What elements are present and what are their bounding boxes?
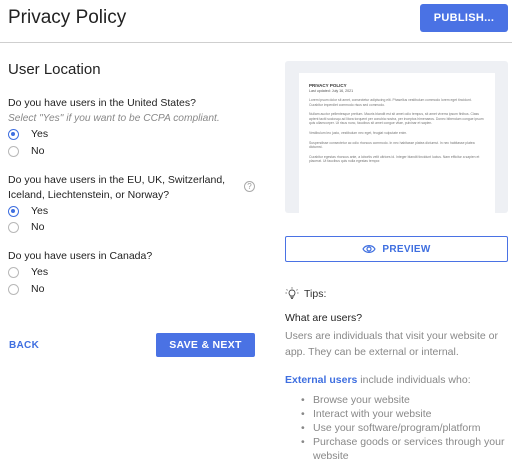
radio-eu-yes-label: Yes <box>31 205 49 217</box>
list-item: Browse your website <box>301 393 511 407</box>
save-next-button[interactable]: SAVE & NEXT <box>156 333 255 357</box>
tips-heading: Tips: <box>304 288 327 300</box>
preview-button-label: PREVIEW <box>382 243 431 255</box>
radio-eu-no[interactable]: No <box>8 221 44 233</box>
radio-us-yes-label: Yes <box>31 128 49 140</box>
doc-paragraph: Suspendisse consectetur ac odio rhoncus … <box>309 140 475 150</box>
list-item: Interact with your website <box>301 407 511 421</box>
doc-paragraph: Curabitur egestas rhoncus ante, a lobort… <box>309 154 480 164</box>
question-us: Do you have users in the United States? <box>8 97 196 109</box>
external-users-list: Browse your website Interact with your w… <box>301 393 511 463</box>
section-title: User Location <box>8 61 101 78</box>
radio-selected-icon[interactable] <box>8 205 19 217</box>
external-users-rest: include individuals who: <box>357 374 471 386</box>
lightbulb-icon <box>285 287 299 301</box>
page-title: Privacy Policy <box>8 7 127 28</box>
doc-title: PRIVACY POLICY <box>309 83 347 88</box>
radio-us-yes[interactable]: Yes <box>8 128 48 140</box>
radio-canada-no-label: No <box>31 283 45 295</box>
tips-answer: Users are individuals that visit your we… <box>285 330 499 358</box>
question-canada: Do you have users in Canada? <box>8 250 153 262</box>
radio-unselected-icon[interactable] <box>8 221 19 233</box>
help-icon[interactable]: ? <box>244 181 255 192</box>
radio-eu-yes[interactable]: Yes <box>8 205 48 217</box>
radio-unselected-icon[interactable] <box>8 266 19 278</box>
radio-us-no-label: No <box>31 145 45 157</box>
question-eu: Do you have users in the EU, UK, Switzer… <box>8 173 225 203</box>
preview-button[interactable]: PREVIEW <box>285 236 508 262</box>
list-item: Use your software/program/platform <box>301 421 511 435</box>
doc-paragraph: Vestibulum leo justo, vestibulum nec ege… <box>309 130 408 135</box>
question-eu-line1: Do you have users in the EU, UK, Switzer… <box>8 174 226 186</box>
radio-us-no[interactable]: No <box>8 145 44 157</box>
external-users-bold: External users <box>285 374 358 386</box>
radio-unselected-icon[interactable] <box>8 283 19 295</box>
radio-canada-yes-label: Yes <box>31 266 49 278</box>
header-divider <box>0 42 512 43</box>
radio-canada-no[interactable]: No <box>8 283 44 295</box>
doc-paragraph: Lorem ipsum dolor sit amet, consectetur … <box>309 98 472 107</box>
radio-unselected-icon[interactable] <box>8 145 19 157</box>
doc-date: Last updated: July 16, 2021 <box>309 89 354 93</box>
doc-paragraph: Nullam auctor pellentesque pretium. Maur… <box>309 112 484 126</box>
tips-question: What are users? <box>285 312 363 324</box>
tips-header: Tips: <box>285 287 326 301</box>
radio-eu-no-label: No <box>31 221 45 233</box>
radio-canada-yes[interactable]: Yes <box>8 266 48 278</box>
eye-icon <box>362 244 377 254</box>
question-eu-line2: Iceland, Liechtenstein, or Norway? <box>8 189 170 201</box>
question-us-hint: Select "Yes" if you want to be CCPA comp… <box>8 113 220 124</box>
document-preview-thumbnail: PRIVACY POLICY Last updated: July 16, 20… <box>285 61 508 213</box>
list-item: Purchase goods or services through your … <box>301 435 511 463</box>
external-users-text: External users include individuals who: <box>285 374 471 386</box>
document-page: PRIVACY POLICY Last updated: July 16, 20… <box>299 73 495 213</box>
radio-selected-icon[interactable] <box>8 128 19 140</box>
publish-button[interactable]: PUBLISH... <box>420 4 508 32</box>
back-button[interactable]: BACK <box>9 340 39 351</box>
